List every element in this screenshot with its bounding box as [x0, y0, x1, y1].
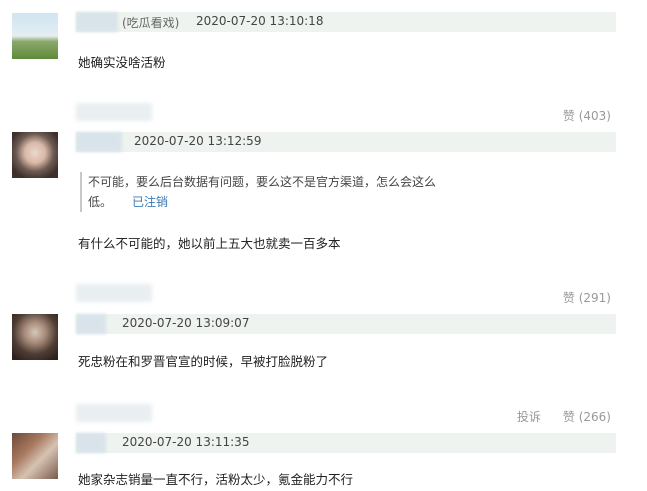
quote-author-link[interactable]: 已注销: [132, 195, 168, 209]
user-avatar[interactable]: [12, 314, 58, 360]
blurred-username: [76, 314, 106, 334]
comment-text: 她家杂志销量一直不行，活粉太少，氪金能力不行: [78, 472, 354, 487]
blurred-username: [76, 12, 118, 32]
comment-time: 2020-07-20 13:12:59: [134, 134, 262, 148]
report-button[interactable]: 投诉: [517, 410, 541, 424]
comment-time: 2020-07-20 13:10:18: [196, 14, 324, 28]
user-avatar[interactable]: [12, 132, 58, 178]
comment-actions: 投诉 赞 (266): [517, 408, 611, 425]
comment-actions: 赞 (403): [563, 107, 611, 124]
like-button[interactable]: 赞 (266): [563, 410, 611, 424]
comment-actions: 赞 (291): [563, 289, 611, 306]
quote-text-line2: 低。: [88, 195, 113, 209]
quoted-comment: 不可能，要么后台数据有问题，要么这不是官方渠道，怎么会这么 低。 已注销: [80, 172, 528, 212]
comment-time: 2020-07-20 13:11:35: [122, 435, 250, 449]
comment-header: 2020-07-20 13:09:07: [76, 314, 616, 334]
like-button[interactable]: 赞 (291): [563, 291, 611, 305]
blurred-username: [76, 132, 122, 152]
comment-nickname[interactable]: (吃瓜看戏): [122, 14, 179, 31]
blurred-username: [76, 284, 152, 302]
comment-text: 有什么不可能的，她以前上五大也就卖一百多本: [78, 236, 341, 251]
comment-text: 她确实没啥活粉: [78, 55, 166, 70]
comment-text: 死忠粉在和罗晋官宣的时候，早被打脸脱粉了: [78, 354, 329, 369]
comment-header: 2020-07-20 13:12:59: [76, 132, 616, 152]
like-button[interactable]: 赞 (403): [563, 109, 611, 123]
comment-header: 2020-07-20 13:11:35: [76, 433, 616, 453]
user-avatar[interactable]: [12, 13, 58, 59]
blurred-username: [76, 103, 152, 121]
comment-header: (吃瓜看戏) 2020-07-20 13:10:18: [76, 12, 616, 32]
comment-time: 2020-07-20 13:09:07: [122, 316, 250, 330]
blurred-username: [76, 433, 106, 453]
user-avatar[interactable]: [12, 433, 58, 479]
quote-text-line1: 不可能，要么后台数据有问题，要么这不是官方渠道，怎么会这么: [88, 175, 437, 189]
blurred-username: [76, 404, 152, 422]
